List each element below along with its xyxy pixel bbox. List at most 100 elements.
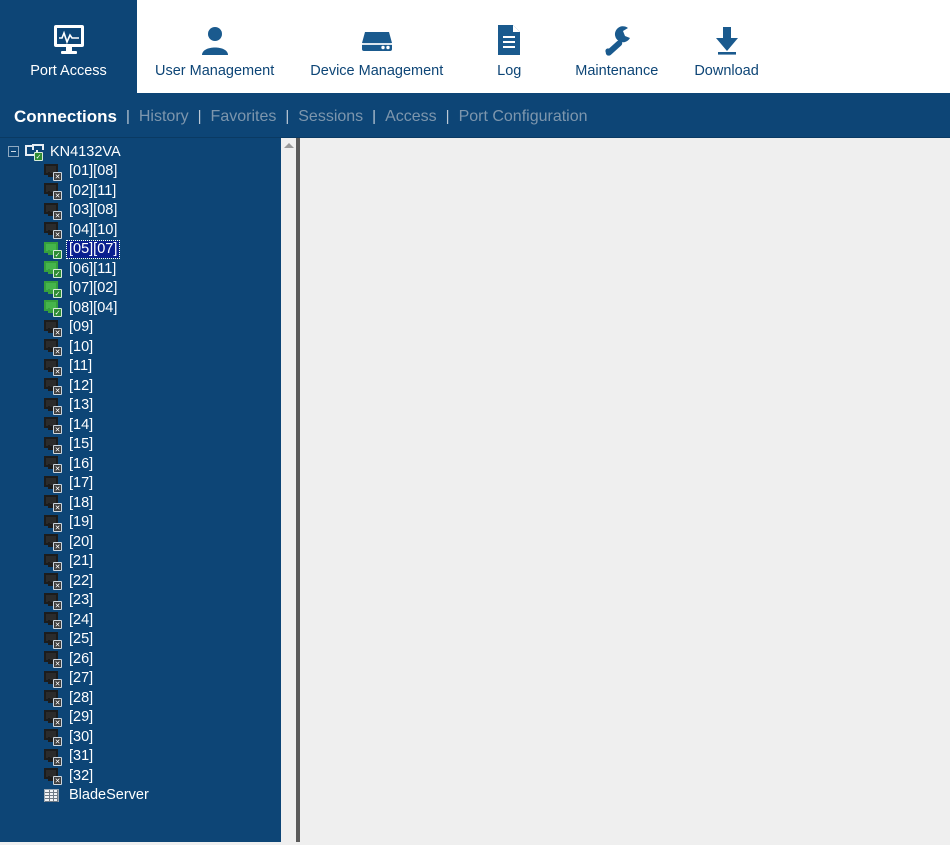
port-offline-icon: ✕ [44, 670, 62, 688]
wrench-icon [601, 14, 633, 56]
port-online-icon: ✓ [44, 280, 62, 298]
tree-node-port[interactable]: ✓ [05][07] [0, 240, 281, 260]
port-offline-icon: ✕ [44, 651, 62, 669]
tree-node-label: [31] [69, 748, 94, 764]
tab-connections[interactable]: Connections [14, 107, 117, 127]
tree-node-label: [23] [69, 592, 94, 608]
tree-node-label: [12] [69, 377, 94, 394]
port-details-content-pane [300, 138, 950, 842]
tree-node-port[interactable]: ✕ [23] [0, 591, 281, 611]
port-offline-icon: ✕ [44, 729, 62, 747]
tree-node-label: [13] [69, 397, 94, 413]
tree-node-port[interactable]: ✕ [14] [0, 415, 281, 435]
tree-node-port[interactable]: ✕ [26] [0, 649, 281, 669]
tree-node-port[interactable]: ✕ [19] [0, 513, 281, 533]
tree-node-port[interactable]: ✕ [13] [0, 396, 281, 416]
nav-item-download[interactable]: Download [676, 0, 777, 93]
nav-item-log[interactable]: Log [461, 0, 557, 93]
tree-node-label: [14] [69, 416, 94, 433]
port-offline-icon: ✕ [44, 339, 62, 357]
tree-root-label: KN4132VA [50, 143, 121, 160]
port-offline-icon: ✕ [44, 690, 62, 708]
nav-item-port-access-label: Port Access [30, 63, 107, 80]
tree-node-port[interactable]: ✕ [28] [0, 688, 281, 708]
tree-node-label: [04][10] [69, 221, 118, 238]
tab-port-configuration[interactable]: Port Configuration [459, 108, 588, 126]
document-icon [495, 14, 523, 56]
nav-item-maintenance-label: Maintenance [575, 63, 659, 80]
tree-node-port[interactable]: ✕ [25] [0, 630, 281, 650]
tab-sessions[interactable]: Sessions [298, 108, 363, 126]
nav-item-device-management-label: Device Management [310, 63, 444, 80]
tree-node-port[interactable]: ✕ [10] [0, 337, 281, 357]
tree-node-port[interactable]: ✕ [11] [0, 357, 281, 377]
tree-node-port[interactable]: ✕ [15] [0, 435, 281, 455]
tree-node-port[interactable]: ✕ [30] [0, 727, 281, 747]
tree-node-port[interactable]: ✕ [20] [0, 532, 281, 552]
tree-node-port[interactable]: ✕ [12] [0, 376, 281, 396]
tree-node-label: [18] [69, 494, 94, 511]
tree-node-port[interactable]: ✕ [27] [0, 669, 281, 689]
tree-node-port[interactable]: ✓ [06][11] [0, 259, 281, 279]
monitor-pulse-icon [52, 14, 86, 56]
kvm-switch-online-icon: ✓ [25, 144, 44, 162]
nav-item-maintenance[interactable]: Maintenance [557, 0, 676, 93]
tree-node-port[interactable]: ✕ [29] [0, 708, 281, 728]
tree-node-label: [32] [69, 767, 94, 784]
scroll-up-arrow-icon[interactable] [283, 143, 294, 148]
tree-node-port[interactable]: ✕ [03][08] [0, 201, 281, 221]
tree-node-port[interactable]: ✕ [02][11] [0, 181, 281, 201]
tree-node-port[interactable]: ✕ [24] [0, 610, 281, 630]
tree-vertical-scrollbar[interactable] [281, 138, 296, 842]
nav-item-port-access[interactable]: Port Access [0, 0, 137, 93]
tree-node-port[interactable]: ✕ [22] [0, 571, 281, 591]
tree-node-port[interactable]: ✕ [17] [0, 474, 281, 494]
tree-node-port[interactable]: ✓ [08][04] [0, 298, 281, 318]
tree-node-port[interactable]: ✕ [18] [0, 493, 281, 513]
tree-node-label: [21] [69, 553, 94, 569]
nav-item-device-management[interactable]: Device Management [292, 0, 461, 93]
subnav-separator: | [445, 108, 450, 125]
tab-history[interactable]: History [139, 108, 189, 126]
tab-favorites[interactable]: Favorites [211, 108, 277, 126]
tree-node-label: BladeServer [69, 787, 149, 803]
tree-node-port[interactable]: ✕ [32] [0, 766, 281, 786]
port-offline-icon: ✕ [44, 709, 62, 727]
tree-node-list: ✕ [01][08] ✕ [02][11] ✕ [03][08] ✕ [04][10] ✓ [05… [0, 162, 281, 806]
nav-item-download-label: Download [694, 63, 759, 80]
tab-access[interactable]: Access [385, 108, 437, 126]
tree-node-label: [08][04] [69, 299, 118, 316]
port-offline-icon: ✕ [44, 436, 62, 454]
download-arrow-icon [713, 14, 741, 56]
subnav-separator: | [125, 108, 130, 125]
tree-node-label: [07][02] [69, 280, 118, 296]
subnav-separator: | [285, 108, 290, 125]
tree-root-node[interactable]: ✓ KN4132VA [0, 142, 281, 162]
tree-node-label: [30] [69, 728, 94, 745]
port-offline-icon: ✕ [44, 183, 62, 201]
tree-node-label: [15] [69, 436, 94, 452]
tree-node-port[interactable]: ✓ [07][02] [0, 279, 281, 299]
tree-node-port[interactable]: ✕ [04][10] [0, 220, 281, 240]
tree-node-port[interactable]: ✕ [01][08] [0, 162, 281, 182]
user-icon [199, 14, 231, 56]
tree-node-label: [03][08] [69, 202, 118, 218]
tree-node-label: [19] [69, 514, 94, 530]
port-offline-icon: ✕ [44, 417, 62, 435]
subnav-separator: | [197, 108, 202, 125]
nav-item-user-management[interactable]: User Management [137, 0, 292, 93]
tree-node-label: [09] [69, 319, 94, 335]
tree-node-port[interactable]: ✕ [16] [0, 454, 281, 474]
tree-node-port[interactable]: ✕ [31] [0, 747, 281, 767]
tree-node-label: [16] [69, 455, 94, 472]
tree-node-port[interactable]: ✕ [09] [0, 318, 281, 338]
subnav-separator: | [372, 108, 377, 125]
tree-node-port[interactable]: ✕ [21] [0, 552, 281, 572]
port-offline-icon: ✕ [44, 456, 62, 474]
collapse-toggle-icon[interactable] [8, 146, 19, 158]
tree-node-label: [17] [69, 475, 94, 491]
tree-node-label: [11] [69, 358, 93, 374]
tree-node-port[interactable]: BladeServer [0, 786, 281, 806]
tree-node-label: [25] [69, 631, 94, 647]
tree-node-label: [27] [69, 670, 94, 686]
